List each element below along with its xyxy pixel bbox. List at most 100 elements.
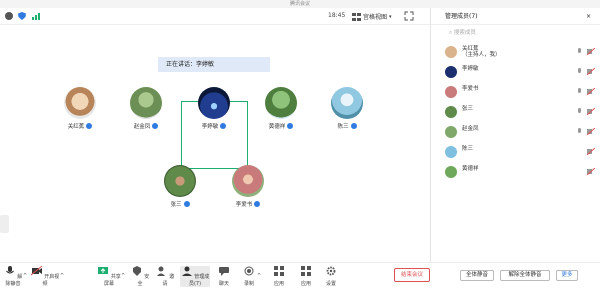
participant-tile[interactable]: 关红蕉	[50, 87, 110, 130]
camera-off-icon[interactable]	[587, 128, 595, 135]
participant-name: 李爱书	[235, 202, 253, 208]
shield-icon	[152, 123, 159, 129]
signal-icon[interactable]	[31, 11, 41, 21]
shield-icon	[220, 123, 227, 129]
share-screen-icon	[98, 267, 109, 274]
chat-button[interactable]: 聊天	[215, 266, 233, 287]
microphone-icon[interactable]	[577, 108, 582, 116]
members-panel: 管理成员(7) × ⌕ 搜索成员 关红蕉 （主持人，我） 李婷敏 李爱书 张三 …	[430, 8, 600, 262]
apps-button[interactable]: 应用	[270, 266, 288, 287]
shield-icon	[132, 266, 141, 276]
camera-off-icon[interactable]	[587, 68, 595, 75]
more-label: 更多	[561, 272, 573, 278]
avatar	[445, 66, 457, 78]
panel-title: 管理成员(7)	[445, 13, 478, 20]
microphone-icon[interactable]	[577, 128, 582, 136]
share-screen-button[interactable]: 共享屏幕	[96, 266, 122, 287]
invite-button[interactable]: 邀请	[155, 266, 175, 287]
shield-icon	[254, 201, 261, 207]
close-icon[interactable]: ×	[586, 8, 591, 25]
camera-off-icon[interactable]	[587, 48, 595, 55]
record-button[interactable]: 录制	[240, 266, 258, 287]
apps-label-2: 应用	[300, 281, 311, 287]
chevron-up-icon[interactable]: ^	[60, 273, 64, 279]
list-item[interactable]: 李爱书	[431, 83, 600, 103]
avatar	[445, 126, 457, 138]
participant-tile[interactable]: 陈三	[317, 87, 377, 130]
camera-off-icon[interactable]	[587, 148, 595, 155]
avatar	[64, 87, 96, 119]
record-icon	[244, 266, 254, 276]
list-item[interactable]: 李婷敏	[431, 63, 600, 83]
avatar	[198, 87, 230, 119]
settings-label: 设置	[325, 281, 336, 287]
avatar	[331, 87, 363, 119]
participant-tile[interactable]: 李婷敏	[184, 87, 244, 130]
end-meeting-button[interactable]: 结束会议	[394, 268, 430, 282]
camera-off-icon	[30, 265, 43, 276]
microphone-icon[interactable]	[577, 68, 582, 76]
list-item[interactable]: 关红蕉 （主持人，我）	[431, 43, 600, 63]
member-name: 张三	[462, 106, 474, 112]
fullscreen-icon[interactable]	[404, 11, 414, 21]
security-button[interactable]: 安全	[130, 266, 150, 287]
participant-tile[interactable]: 李爱书	[218, 165, 278, 208]
member-name: 李爱书	[462, 86, 479, 92]
list-item[interactable]: 赵金凤	[431, 123, 600, 143]
list-item[interactable]: 黄德祥	[431, 163, 600, 183]
top-bar: 18:45 宫格视图 ▾	[0, 8, 430, 25]
gear-icon	[326, 266, 336, 276]
window-title: 腾讯会议	[0, 0, 600, 8]
more-button[interactable]: 更多	[556, 270, 578, 281]
users-icon	[181, 266, 192, 276]
camera-off-icon[interactable]	[587, 108, 595, 115]
camera-off-icon[interactable]	[587, 88, 595, 95]
participant-tile[interactable]: 黄德祥	[251, 87, 311, 130]
apps-icon	[274, 266, 284, 276]
video-button[interactable]: 开启视频	[30, 265, 60, 287]
member-role: （主持人，我）	[462, 52, 501, 58]
meeting-timer: 18:45	[328, 12, 346, 19]
participant-name: 李婷敏	[201, 124, 219, 130]
view-label: 宫格视图	[363, 14, 388, 21]
speaker-caption: 正在讲话：李婷敏	[158, 57, 270, 72]
mute-button[interactable]: 解除静音	[3, 266, 23, 287]
grid-view-icon	[352, 12, 361, 21]
side-panel-handle[interactable]	[0, 215, 9, 233]
panel-header: 管理成员(7) ×	[431, 8, 600, 25]
chevron-up-icon[interactable]: ^	[121, 273, 125, 279]
unmute-all-button[interactable]: 解除全体静音	[500, 270, 550, 281]
shield-icon[interactable]	[17, 11, 27, 21]
list-item[interactable]: 张三	[431, 103, 600, 123]
microphone-icon[interactable]	[577, 48, 582, 56]
avatar	[445, 106, 457, 118]
microphone-icon	[5, 266, 14, 274]
apps-label: 应用	[273, 281, 284, 287]
settings-button[interactable]: 设置	[322, 266, 340, 287]
participant-name: 张三	[170, 202, 182, 208]
apps-button-2[interactable]: 应用	[297, 266, 315, 287]
participant-tile[interactable]: 赵金凤	[116, 87, 176, 130]
chevron-up-icon[interactable]: ^	[23, 273, 27, 279]
microphone-icon[interactable]	[577, 88, 582, 96]
participant-tile[interactable]: 张三	[150, 165, 210, 208]
avatar	[445, 146, 457, 158]
list-item[interactable]: 陈三	[431, 143, 600, 163]
shield-icon	[183, 201, 190, 207]
member-name: 李婷敏	[462, 66, 479, 72]
video-grid: 正在讲话：李婷敏 关红蕉 赵金凤 李婷敏 黄德祥 陈三 张三 李爱书	[0, 25, 430, 260]
avatar	[445, 46, 457, 58]
avatar	[164, 165, 196, 197]
participant-name: 赵金凤	[133, 124, 151, 130]
view-switch-button[interactable]: 宫格视图 ▾	[352, 11, 392, 22]
chevron-up-icon[interactable]: ^	[257, 273, 261, 279]
manage-members-button[interactable]: 管理成员(7)	[180, 266, 210, 287]
camera-off-icon[interactable]	[587, 168, 595, 175]
member-search-input[interactable]: ⌕ 搜索成员	[441, 27, 596, 39]
member-name: 陈三	[462, 146, 474, 152]
chat-label: 聊天	[218, 281, 229, 287]
avatar	[265, 87, 297, 119]
chat-icon	[219, 267, 229, 276]
info-icon[interactable]	[4, 11, 14, 21]
mute-all-button[interactable]: 全体静音	[460, 270, 494, 281]
